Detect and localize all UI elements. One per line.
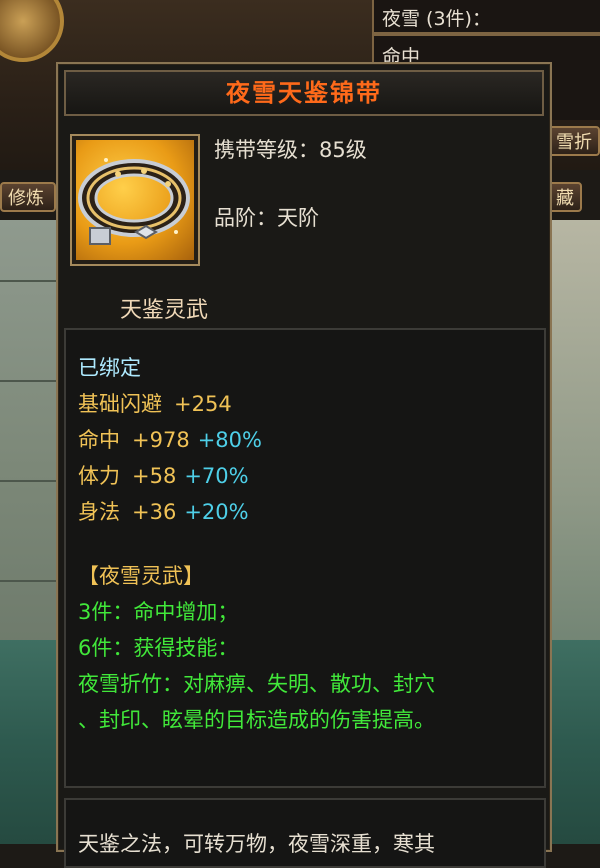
stat-percent: +20% [184, 500, 249, 524]
cultivate-button[interactable]: 修炼 [0, 182, 56, 212]
set-skill-line-1: 夜雪折竹：对麻痹、失明、散功、封穴 [78, 672, 435, 696]
stat-row: 基础闪避 +254 [78, 388, 232, 418]
bound-status: 已绑定 [78, 356, 141, 380]
collection-button[interactable]: 藏 [548, 182, 582, 212]
stat-name: 身法 [78, 500, 120, 524]
stat-name: 基础闪避 [78, 392, 162, 416]
item-tooltip: 夜雪天鉴锦带 携带等级：85级 品阶：天阶 天鉴灵武 已绑定 基础闪避 +254 [56, 62, 552, 868]
stat-name: 体力 [78, 464, 120, 488]
stat-percent: +80% [197, 428, 262, 452]
set-bonus-6: 6件：获得技能： [78, 636, 239, 660]
set-bonus-3: 3件：命中增加； [78, 600, 239, 624]
wall-brick-line [0, 580, 58, 582]
item-name: 夜雪天鉴锦带 [64, 70, 544, 116]
bg-set-label: 夜雪 (3件)： [382, 8, 491, 30]
item-icon-slot [70, 134, 200, 266]
set-name: 【夜雪灵武】 [78, 564, 204, 588]
item-description: 天鉴之法，可转万物，夜雪深重，寒其 [78, 832, 435, 856]
wall-brick-line [0, 480, 58, 482]
stat-value: +978 [132, 428, 190, 452]
wall-brick-line [0, 380, 58, 382]
stat-row: 身法 +36 +20% [78, 496, 249, 526]
item-description-box: 天鉴之法，可转万物，夜雪深重，寒其 [64, 798, 546, 868]
item-stats-box: 已绑定 基础闪避 +254 命中 +978 +80% 体力 +58 +70% 身法 +36 +… [64, 328, 546, 788]
carry-level: 携带等级：85级 [214, 138, 367, 162]
stat-row: 体力 +58 +70% [78, 460, 249, 490]
stat-row: 命中 +978 +80% [78, 424, 262, 454]
stat-name: 命中 [78, 428, 120, 452]
set-series-name: 天鉴灵武 [120, 298, 209, 323]
set-skill-line-2: 、封印、眩晕的目标造成的伤害提高。 [78, 708, 435, 732]
item-grade: 品阶：天阶 [214, 206, 319, 230]
stat-value: +58 [132, 464, 177, 488]
stat-value: +254 [174, 392, 232, 416]
snow-fold-button[interactable]: 雪折 [548, 126, 600, 156]
stat-value: +36 [132, 500, 177, 524]
stat-percent: +70% [184, 464, 249, 488]
wall-brick-line [0, 280, 58, 282]
golden-belt-icon [76, 140, 194, 260]
bg-panel-divider [374, 32, 600, 36]
